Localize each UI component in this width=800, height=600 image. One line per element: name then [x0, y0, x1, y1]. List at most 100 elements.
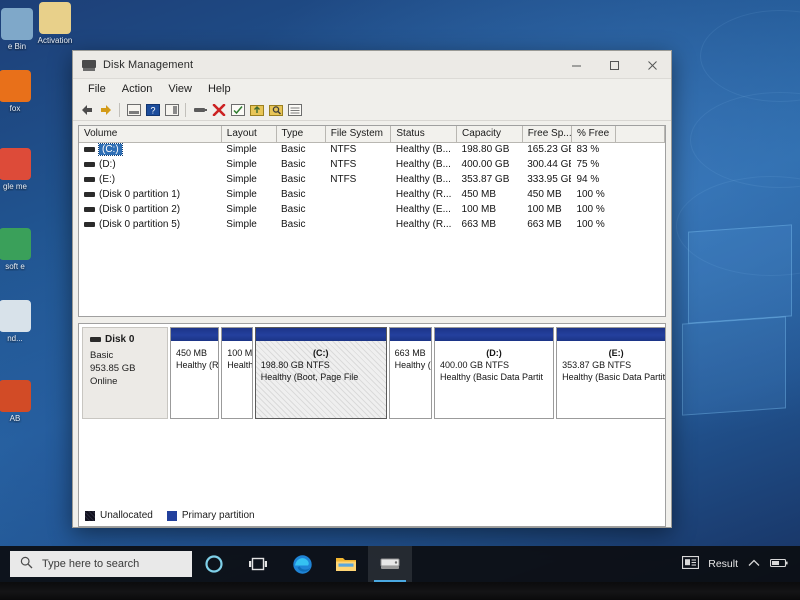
- partition-status: Healthy (Basic Data Partit: [562, 372, 666, 382]
- partition-status: Healthy (R: [176, 360, 219, 370]
- export-icon[interactable]: [248, 101, 265, 118]
- activation-icon: [39, 2, 71, 34]
- search-icon: [20, 556, 33, 572]
- table-row[interactable]: (Disk 0 partition 1) Simple Basic Healthy (…: [79, 187, 665, 202]
- menu-item-help[interactable]: Help: [200, 82, 239, 96]
- desktop-icon-activation[interactable]: Activation: [24, 2, 86, 45]
- disk-management-icon[interactable]: [368, 546, 412, 582]
- table-row[interactable]: (Disk 0 partition 2) Simple Basic Healthy (…: [79, 202, 665, 217]
- desktop-icon-label: gle me: [2, 182, 27, 191]
- column-header-status[interactable]: Status: [390, 126, 458, 143]
- chevron-up-icon[interactable]: [747, 558, 761, 571]
- partition-block[interactable]: 663 MB Healthy (Rе: [388, 327, 432, 419]
- volume-table-header[interactable]: Volume Layout Type File System Status Capacit…: [79, 126, 665, 143]
- action-center-icon[interactable]: [682, 555, 700, 572]
- column-header-layout[interactable]: Layout: [221, 126, 277, 143]
- cell-free_space: 300.44 GB: [527, 159, 572, 170]
- cell-volume: (Disk 0 partition 5): [79, 217, 221, 232]
- google-chrome-icon: [0, 148, 31, 180]
- desktop-icon-google-chrome[interactable]: gle me: [0, 148, 46, 191]
- laptop-bezel: [0, 582, 800, 600]
- column-header-file_system[interactable]: File System: [325, 126, 392, 143]
- column-header-volume[interactable]: Volume: [79, 126, 222, 143]
- delete-icon[interactable]: [210, 101, 227, 118]
- disk-management-window[interactable]: Disk Management File Action View Help ? …: [72, 50, 672, 528]
- search-input[interactable]: Type here to search: [10, 551, 192, 577]
- tool-bar[interactable]: ?: [73, 99, 671, 121]
- volume-table[interactable]: Volume Layout Type File System Status Capacit…: [79, 126, 665, 232]
- menu-item-action[interactable]: Action: [114, 82, 161, 96]
- minimize-icon[interactable]: [557, 51, 595, 79]
- menu-item-file[interactable]: File: [80, 82, 114, 96]
- legend-label: Unallocated: [100, 510, 153, 521]
- system-tray[interactable]: Result: [682, 555, 800, 572]
- search-disk-icon[interactable]: [267, 101, 284, 118]
- desktop-icon-firefox[interactable]: fox: [0, 70, 46, 113]
- cell-status: Healthy (R...: [395, 189, 452, 200]
- column-header-capacity[interactable]: Capacity: [456, 126, 523, 143]
- partition-body: (E:) 353.87 GB NTFS Healthy (Basic Data Pa…: [557, 341, 666, 418]
- partition-block[interactable]: 100 MI Healthy: [221, 327, 253, 419]
- disk-info-panel[interactable]: Disk 0 Basic 953.85 GB Online: [82, 327, 168, 419]
- microsoft-edge-icon[interactable]: [280, 546, 324, 582]
- cell-status: Healthy (B...: [395, 174, 451, 185]
- task-view-icon[interactable]: [236, 546, 280, 582]
- cell-spare: [615, 217, 664, 232]
- table-row[interactable]: (D:) Simple Basic NTFS Healthy (B... 400.00 G…: [79, 157, 665, 172]
- disk-row[interactable]: Disk 0 Basic 953.85 GB Online 450 MB Heal…: [82, 327, 665, 419]
- cell-layout: Simple: [226, 174, 257, 185]
- cell-free_space: 663 MB: [527, 219, 562, 230]
- cell-type: Basic: [281, 144, 306, 156]
- rescan-disks-icon[interactable]: [191, 101, 208, 118]
- volume-list-pane[interactable]: Volume Layout Type File System Status Capacit…: [78, 125, 666, 317]
- maximize-icon[interactable]: [595, 51, 633, 79]
- partition-block[interactable]: (D:) 400.00 GB NTFS Healthy (Basic Data Pa…: [434, 327, 555, 419]
- back-arrow-icon[interactable]: [78, 101, 95, 118]
- desktop-icon-label: soft e: [5, 262, 25, 271]
- cortana-icon[interactable]: [192, 546, 236, 582]
- title-bar[interactable]: Disk Management: [73, 51, 671, 79]
- partition-block[interactable]: (E:) 353.87 GB NTFS Healthy (Basic Data Pa…: [556, 327, 666, 419]
- legend-label: Primary partition: [181, 510, 255, 521]
- partition-block[interactable]: 450 MB Healthy (R: [170, 327, 220, 419]
- column-header-type[interactable]: Type: [276, 126, 326, 143]
- start-button[interactable]: [0, 546, 8, 582]
- table-row[interactable]: (Disk 0 partition 5) Simple Basic Healthy (…: [79, 217, 665, 232]
- file-explorer-icon[interactable]: [324, 546, 368, 582]
- desktop-icon-vlc-player[interactable]: AB: [0, 380, 46, 423]
- volume-table-body[interactable]: (C:) Simple Basic NTFS Healthy (B... 198.80 G…: [79, 142, 665, 232]
- partition-strip[interactable]: 450 MB Healthy (R 100 MI Healthy (C:) 198.80 …: [168, 327, 666, 419]
- desktop-icon-microsoft-edge[interactable]: soft e: [0, 228, 46, 271]
- battery-icon[interactable]: [769, 558, 788, 571]
- show-hide-console-tree-icon[interactable]: [125, 101, 142, 118]
- menu-bar[interactable]: File Action View Help: [73, 79, 671, 99]
- check-icon[interactable]: [229, 101, 246, 118]
- partition-label: (C:): [312, 348, 329, 358]
- properties-icon[interactable]: [163, 101, 180, 118]
- forward-arrow-icon[interactable]: [97, 101, 114, 118]
- disk-map-pane[interactable]: Disk 0 Basic 953.85 GB Online 450 MB Heal…: [78, 323, 666, 527]
- cell-volume: (Disk 0 partition 1): [79, 187, 221, 202]
- cell-file_system: [325, 217, 391, 232]
- close-icon[interactable]: [633, 51, 671, 79]
- column-header-spare[interactable]: [615, 126, 665, 143]
- table-row[interactable]: (E:) Simple Basic NTFS Healthy (B... 353.87 G…: [79, 172, 665, 187]
- desktop-icon-paint[interactable]: nd...: [0, 300, 46, 343]
- help-icon[interactable]: ?: [144, 101, 161, 118]
- column-header-percent_free[interactable]: % Free: [571, 126, 616, 143]
- wallpaper-window-pane-top: [688, 224, 792, 324]
- menu-item-view[interactable]: View: [160, 82, 200, 96]
- table-row[interactable]: (C:) Simple Basic NTFS Healthy (B... 198.80 G…: [79, 142, 665, 157]
- column-header-free_space[interactable]: Free Sp...: [522, 126, 572, 143]
- cell-type: Basic: [281, 174, 306, 185]
- partition-block[interactable]: (C:) 198.80 GB NTFS Healthy (Boot, Page Fi…: [254, 327, 387, 419]
- partition-label: (D:): [486, 348, 502, 358]
- legend-item: Unallocated: [85, 510, 153, 521]
- details-view-icon[interactable]: [286, 101, 303, 118]
- legend-swatch-unalloc: [85, 510, 95, 521]
- cell-status: Healthy (E...: [395, 204, 451, 215]
- volume-name: (Disk 0 partition 5): [99, 218, 181, 230]
- notification-label[interactable]: Result: [708, 558, 738, 570]
- partition-body: (C:) 198.80 GB NTFS Healthy (Boot, Page Fi…: [256, 341, 386, 418]
- taskbar[interactable]: Type here to search Result: [0, 546, 800, 582]
